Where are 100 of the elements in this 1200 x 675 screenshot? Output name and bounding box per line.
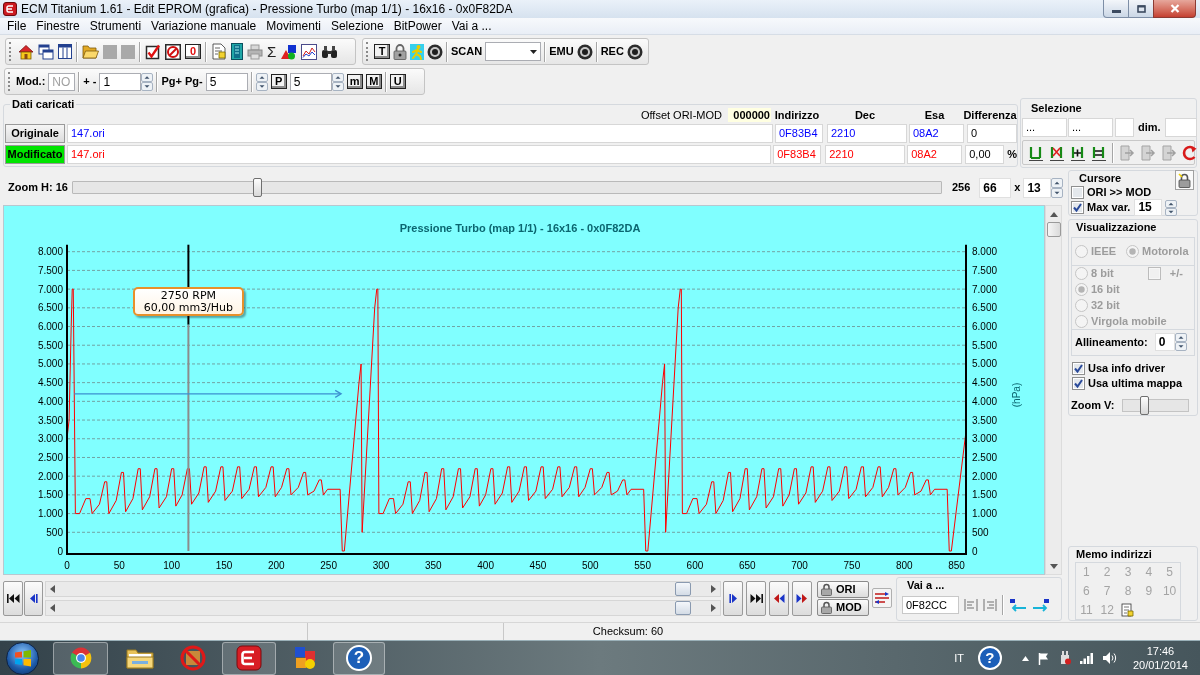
value-field[interactable]: 0,00: [965, 145, 1005, 164]
padlock-icon[interactable]: [393, 43, 407, 60]
first-button[interactable]: [3, 581, 23, 616]
circular-arrow-icon[interactable]: [1182, 144, 1198, 161]
step-back-button[interactable]: [769, 581, 789, 616]
text-field[interactable]: [1115, 118, 1134, 137]
value-field[interactable]: 0F83B4: [773, 145, 822, 164]
target-icon[interactable]: [626, 43, 643, 60]
show-hidden-icon[interactable]: [1021, 655, 1029, 661]
chart-icon[interactable]: [301, 43, 318, 60]
letter-key-button[interactable]: P: [270, 74, 287, 89]
value-field[interactable]: 08A2: [907, 145, 963, 164]
menu-item[interactable]: Finestre: [31, 18, 85, 34]
text-field[interactable]: [1164, 118, 1197, 137]
window-icon[interactable]: [58, 44, 72, 59]
windows-icon[interactable]: [38, 43, 54, 60]
tick-box-icon[interactable]: [145, 43, 161, 60]
letter-key-button[interactable]: 0: [185, 44, 201, 59]
scrollbar-thumb[interactable]: [675, 582, 691, 596]
value-field[interactable]: 0F83B4: [775, 124, 823, 143]
menu-item[interactable]: Variazione manuale: [146, 18, 262, 34]
power-plug-icon[interactable]: [1058, 651, 1071, 665]
house-icon[interactable]: [18, 43, 34, 60]
sum-button[interactable]: Σ: [267, 44, 277, 59]
binoculars-icon[interactable]: [321, 44, 339, 59]
minimize-button[interactable]: [1103, 0, 1129, 18]
text-field[interactable]: 1: [99, 72, 142, 91]
value-field[interactable]: 2210: [825, 145, 906, 164]
horizontal-scrollbar[interactable]: [45, 600, 721, 616]
menu-item[interactable]: BitPower: [388, 18, 447, 34]
text-field[interactable]: 13: [1023, 177, 1052, 198]
arrow-left-icon[interactable]: [1009, 598, 1027, 612]
folder-icon[interactable]: [126, 647, 154, 669]
text-field[interactable]: ...: [1022, 118, 1067, 137]
lock-button[interactable]: [1175, 170, 1194, 190]
text-field[interactable]: ...: [1068, 118, 1113, 137]
row-button[interactable]: Modificato: [5, 145, 65, 164]
maximize-button[interactable]: [1129, 0, 1153, 18]
scrollbar-thumb[interactable]: [1046, 222, 1061, 237]
taskbar-button[interactable]: [222, 641, 276, 675]
flag-icon[interactable]: [1037, 651, 1050, 665]
printer-icon[interactable]: [247, 43, 263, 60]
spinner[interactable]: [331, 72, 344, 91]
last-button[interactable]: [746, 581, 766, 616]
spinner[interactable]: [1051, 177, 1064, 198]
bar-marker-icon[interactable]: [1028, 144, 1044, 161]
ori-button[interactable]: ORI: [817, 581, 869, 598]
value-field[interactable]: 08A2: [909, 124, 964, 143]
clock-time[interactable]: 17:46: [1146, 645, 1175, 657]
shapes-icon[interactable]: [280, 43, 298, 60]
bar-equals-icon[interactable]: [1091, 144, 1107, 161]
slider-track[interactable]: [71, 178, 942, 197]
menu-item[interactable]: File: [2, 18, 32, 34]
menu-item[interactable]: Vai a ...: [446, 18, 497, 34]
spinner[interactable]: [255, 72, 268, 91]
language-indicator[interactable]: IT: [954, 652, 964, 664]
step-forward-button[interactable]: [792, 581, 812, 616]
blocks-icon[interactable]: [292, 645, 318, 671]
menu-item[interactable]: Selezione: [325, 18, 389, 34]
row-button[interactable]: Originale: [5, 124, 65, 143]
target-icon[interactable]: [427, 43, 443, 60]
target-icon[interactable]: [576, 43, 593, 60]
text-field[interactable]: 5: [205, 72, 248, 91]
text-field[interactable]: 5: [289, 72, 332, 91]
horizontal-scrollbar[interactable]: [45, 581, 721, 597]
letter-key-button[interactable]: m: [346, 74, 363, 89]
text-field[interactable]: 15: [1134, 199, 1163, 216]
vertical-scrollbar[interactable]: [1045, 205, 1062, 575]
clock-date[interactable]: 20/01/2014: [1132, 659, 1188, 671]
taskbar-button[interactable]: [53, 641, 108, 675]
previous-button[interactable]: [24, 581, 43, 616]
letter-key-button[interactable]: T: [374, 44, 390, 59]
folder-icon[interactable]: [82, 44, 99, 59]
checkbox[interactable]: [1071, 201, 1084, 214]
slider-thumb[interactable]: [252, 178, 262, 197]
letter-key-button[interactable]: M: [365, 74, 382, 89]
file-field[interactable]: 147.ori: [67, 145, 772, 164]
prohibited-icon[interactable]: [165, 43, 181, 60]
start-button[interactable]: [6, 641, 39, 675]
spinner[interactable]: [141, 72, 154, 91]
swap-button[interactable]: [872, 588, 892, 608]
scrollbar-thumb[interactable]: [675, 601, 691, 615]
close-button[interactable]: [1153, 0, 1196, 18]
address-field[interactable]: 0F82CC: [902, 596, 959, 614]
value-field[interactable]: 2210: [827, 124, 907, 143]
taskbar-button[interactable]: ?: [333, 641, 385, 675]
next-button[interactable]: [723, 581, 743, 616]
speaker-icon[interactable]: [1102, 652, 1117, 664]
spinner[interactable]: [1174, 333, 1187, 352]
menu-item[interactable]: Strumenti: [84, 18, 147, 34]
text-field[interactable]: 66: [979, 177, 1012, 198]
help-symbol[interactable]: ?: [977, 646, 1002, 670]
menu-item[interactable]: Movimenti: [261, 18, 326, 34]
arrow-right-icon[interactable]: [1032, 598, 1050, 612]
slider-track[interactable]: [1122, 396, 1190, 415]
spinner[interactable]: [1165, 199, 1178, 216]
value-field[interactable]: 0: [967, 124, 1017, 143]
book-icon[interactable]: [231, 43, 243, 60]
letter-key-button[interactable]: U: [389, 74, 406, 89]
checkbox[interactable]: [1071, 185, 1084, 199]
